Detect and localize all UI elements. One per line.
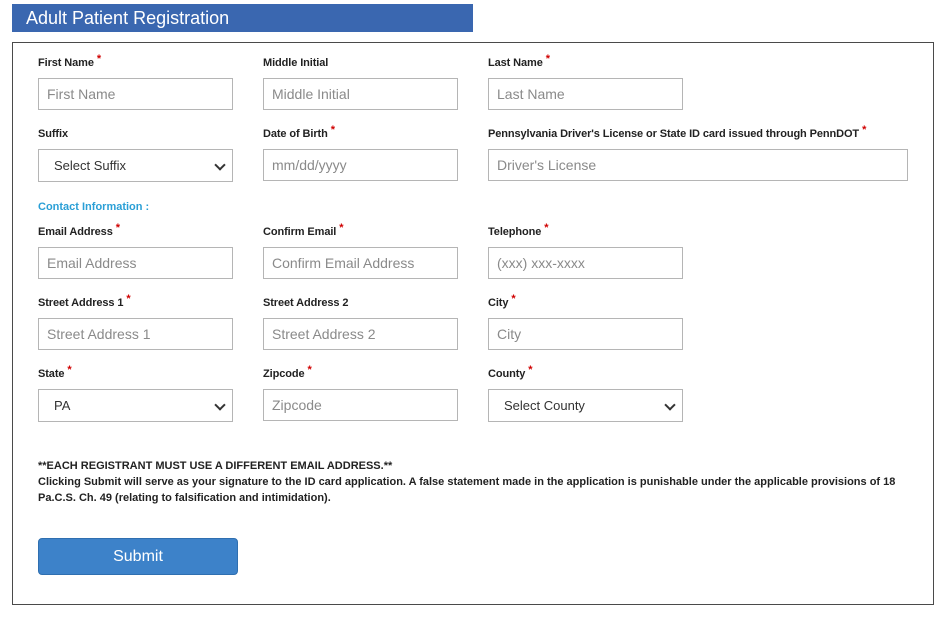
dob-input[interactable]: [263, 149, 458, 181]
state-select-value: PA: [54, 398, 71, 413]
submit-button[interactable]: Submit: [38, 538, 238, 575]
required-marker: *: [339, 222, 344, 234]
required-marker: *: [115, 222, 120, 234]
required-marker: *: [330, 124, 335, 136]
state-select[interactable]: PA: [38, 389, 233, 422]
city-label: City *: [488, 293, 516, 309]
license-label: Pennsylvania Driver's License or State I…: [488, 124, 867, 140]
street2-label: Street Address 2: [263, 297, 349, 309]
telephone-label: Telephone *: [488, 222, 549, 238]
license-input[interactable]: [488, 149, 908, 181]
required-marker: *: [544, 222, 549, 234]
required-marker: *: [511, 293, 516, 305]
county-label: County *: [488, 364, 533, 380]
required-marker: *: [126, 293, 131, 305]
contact-section-title: Contact Information :: [38, 201, 150, 213]
telephone-input[interactable]: [488, 247, 683, 279]
chevron-down-icon: [214, 159, 226, 171]
required-marker: *: [307, 364, 312, 376]
middle-initial-input[interactable]: [263, 78, 458, 110]
first-name-input[interactable]: [38, 78, 233, 110]
required-marker: *: [67, 364, 72, 376]
last-name-input[interactable]: [488, 78, 683, 110]
last-name-label: Last Name *: [488, 53, 550, 69]
zipcode-input[interactable]: [263, 389, 458, 421]
city-input[interactable]: [488, 318, 683, 350]
legal-notice: **EACH REGISTRANT MUST USE A DIFFERENT E…: [38, 458, 918, 506]
chevron-down-icon: [664, 399, 676, 411]
registration-form: First Name* Middle Initial Last Name* Su…: [12, 42, 934, 605]
chevron-down-icon: [214, 399, 226, 411]
required-marker: *: [528, 364, 533, 376]
street2-input[interactable]: [263, 318, 458, 350]
required-marker: *: [96, 53, 102, 65]
email-label: Email Address *: [38, 222, 120, 238]
middle-initial-label: Middle Initial: [263, 57, 329, 69]
first-name-label: First Name *: [38, 53, 102, 69]
email-input[interactable]: [38, 247, 233, 279]
page-title: Adult Patient Registration: [12, 4, 473, 32]
notice-signature-statement: Clicking Submit will serve as your signa…: [38, 476, 896, 504]
street1-label: Street Address 1 *: [38, 293, 131, 309]
confirm-email-label: Confirm Email *: [263, 222, 344, 238]
required-marker: *: [862, 124, 867, 136]
county-select-value: Select County: [504, 398, 585, 413]
street1-input[interactable]: [38, 318, 233, 350]
suffix-select[interactable]: Select Suffix: [38, 149, 233, 182]
confirm-email-input[interactable]: [263, 247, 458, 279]
state-label: State *: [38, 364, 72, 380]
zipcode-label: Zipcode *: [263, 364, 312, 380]
county-select[interactable]: Select County: [488, 389, 683, 422]
suffix-label: Suffix: [38, 128, 68, 140]
required-marker: *: [545, 53, 550, 65]
dob-label: Date of Birth *: [263, 124, 335, 140]
notice-email-warning: **EACH REGISTRANT MUST USE A DIFFERENT E…: [38, 460, 393, 472]
suffix-select-value: Select Suffix: [54, 158, 127, 173]
